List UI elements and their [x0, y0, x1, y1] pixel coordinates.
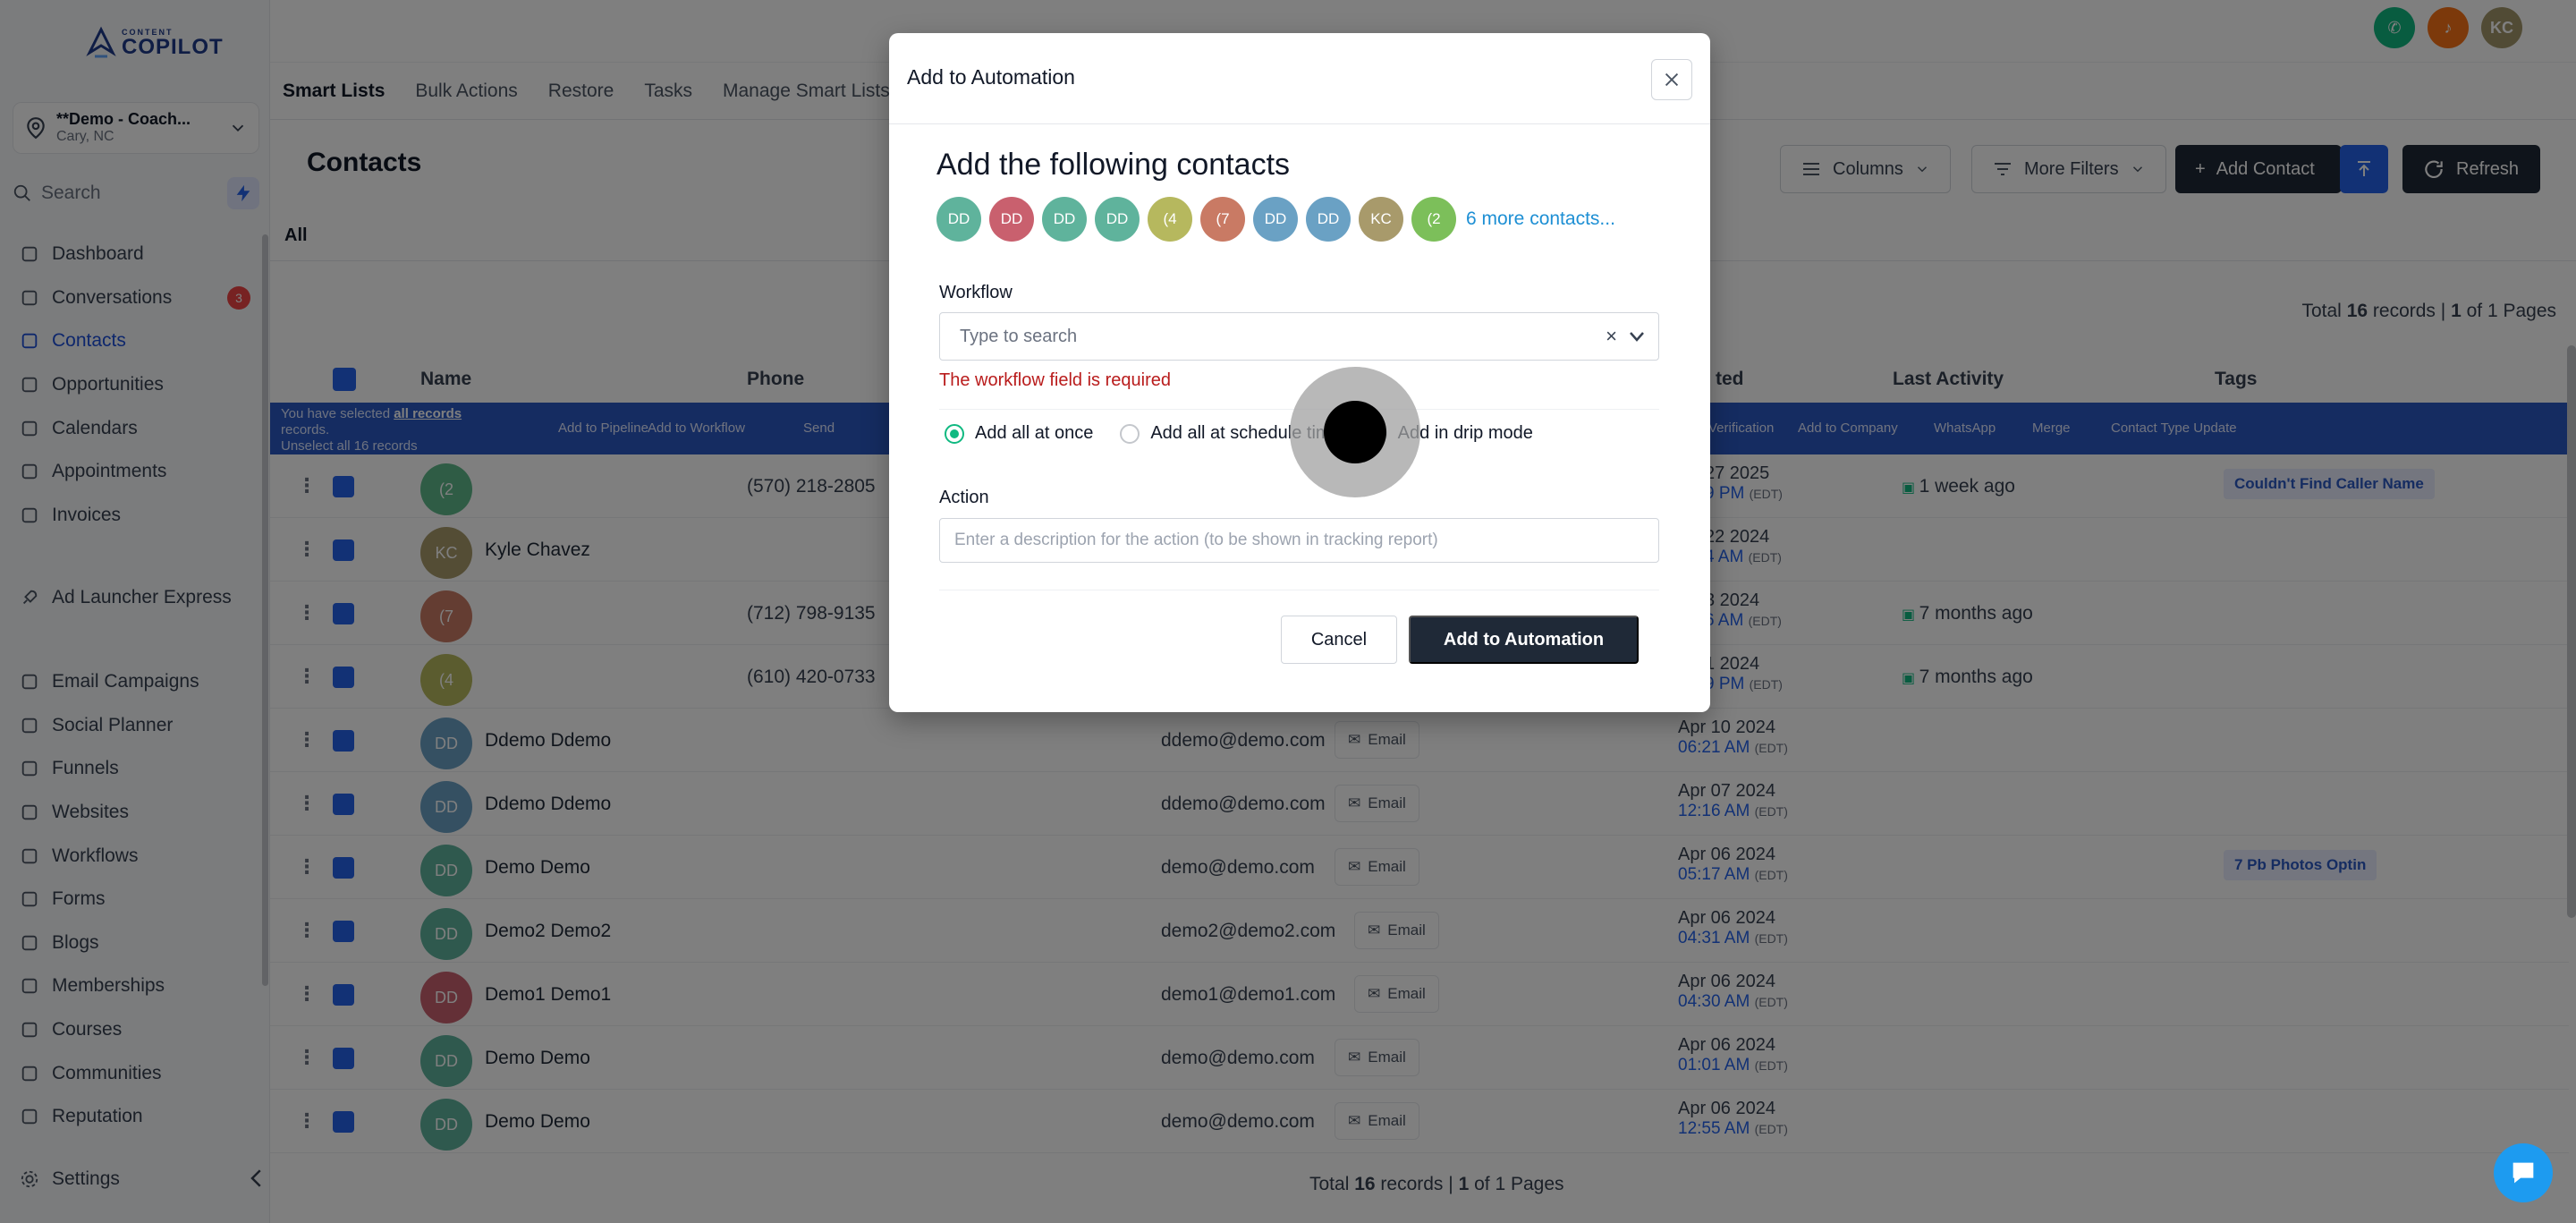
- modal-header: Add to Automation: [889, 33, 1710, 124]
- workflow-select[interactable]: Type to search ×: [939, 312, 1659, 361]
- workflow-label: Workflow: [939, 283, 1013, 302]
- contact-chip: DD: [1095, 197, 1140, 242]
- contact-chip: DD: [1042, 197, 1087, 242]
- radio-button[interactable]: [945, 423, 964, 444]
- click-indicator-dot: [1324, 401, 1386, 463]
- modal-title: Add to Automation: [907, 65, 1075, 89]
- radio-button[interactable]: [1120, 423, 1140, 444]
- click-indicator: [1290, 367, 1420, 497]
- contacts-heading: Add the following contacts: [936, 148, 1291, 182]
- more-contacts-link[interactable]: 6 more contacts...: [1466, 208, 1615, 230]
- add-to-automation-button[interactable]: Add to Automation: [1409, 616, 1639, 664]
- action-description-input[interactable]: [939, 518, 1659, 563]
- cancel-button[interactable]: Cancel: [1281, 616, 1397, 664]
- contact-chip: DD: [1253, 197, 1298, 242]
- workflow-placeholder: Type to search: [960, 326, 1078, 346]
- radio-label: Add all at once: [975, 423, 1094, 443]
- contact-chip: KC: [1359, 197, 1403, 242]
- selected-contacts-list: DD DD DD DD (4 (7 DD DD KC (2 6 more contacts...: [936, 197, 1615, 242]
- workflow-error: The workflow field is required: [939, 370, 1171, 390]
- chat-widget-button[interactable]: [2494, 1143, 2553, 1202]
- add-mode-radio-group: Add all at once Add all at schedule time A…: [945, 423, 1560, 444]
- close-modal-button[interactable]: [1651, 59, 1692, 100]
- contact-chip: (2: [1411, 197, 1456, 242]
- clear-icon[interactable]: ×: [1606, 325, 1617, 348]
- contact-chip: (4: [1148, 197, 1192, 242]
- contact-chip: DD: [1306, 197, 1351, 242]
- close-icon: [1665, 72, 1679, 87]
- add-to-automation-modal: Add to Automation Add the following cont…: [889, 33, 1710, 712]
- chat-bubble-icon: [2512, 1162, 2534, 1184]
- contact-chip: (7: [1200, 197, 1245, 242]
- chevron-down-icon[interactable]: [1626, 326, 1648, 347]
- action-label: Action: [939, 488, 989, 507]
- contact-chip: DD: [936, 197, 981, 242]
- add-mode-option-0[interactable]: Add all at once: [945, 423, 1093, 444]
- contact-chip: DD: [989, 197, 1034, 242]
